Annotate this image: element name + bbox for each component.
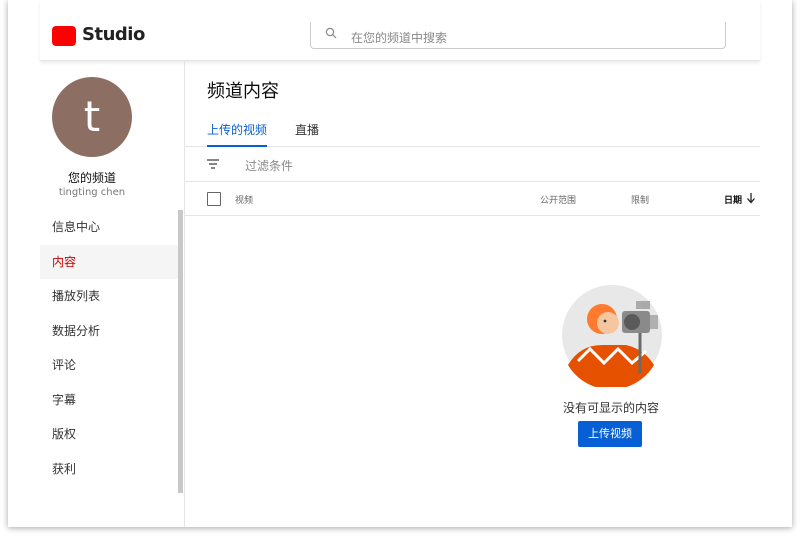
upload-video-button[interactable]: 上传视频 <box>578 421 642 447</box>
sidebar-item-dashboard[interactable]: 信息中心 <box>40 210 180 245</box>
sidebar-item-content[interactable]: 内容 <box>40 244 180 279</box>
column-date[interactable]: 日期 <box>724 193 742 206</box>
empty-state-text: 没有可显示的内容 <box>562 401 659 415</box>
sort-down-arrow-icon[interactable] <box>746 192 756 204</box>
channel-name: 您的频道 <box>67 171 116 185</box>
page-title: 频道内容 <box>207 81 279 102</box>
logo-text: Studio <box>82 24 145 45</box>
column-visibility[interactable]: 公开范围 <box>540 193 576 206</box>
content-tabs: 上传的视频 直播 <box>185 113 760 147</box>
browser-frame: Studio 在您的频道中搜索 t 您的频道 tingting chen 信息中… <box>8 0 792 527</box>
sidebar-scrollbar[interactable] <box>178 210 183 493</box>
sidebar-nav: 信息中心 内容 播放列表 数据分析 评论 字幕 版权 获利 <box>40 210 180 486</box>
sidebar-item-copyright[interactable]: 版权 <box>40 417 180 452</box>
column-restrictions[interactable]: 限制 <box>631 193 649 206</box>
search-icon <box>325 27 337 39</box>
sidebar-item-analytics[interactable]: 数据分析 <box>40 314 180 349</box>
sidebar: t 您的频道 tingting chen 信息中心 内容 播放列表 数据分析 评… <box>40 61 185 527</box>
filter-input[interactable]: 过滤条件 <box>245 157 293 174</box>
filter-icon[interactable] <box>207 159 219 169</box>
studio-logo[interactable]: Studio <box>52 0 145 46</box>
tab-uploads[interactable]: 上传的视频 <box>207 121 268 147</box>
channel-user-name: tingting chen <box>58 187 126 198</box>
studio-app: Studio 在您的频道中搜索 t 您的频道 tingting chen 信息中… <box>40 0 760 527</box>
filter-bar[interactable]: 过滤条件 <box>185 147 760 182</box>
column-video: 视频 <box>235 196 254 206</box>
sidebar-item-playlists[interactable]: 播放列表 <box>40 279 180 314</box>
select-all-checkbox[interactable] <box>207 192 221 206</box>
sidebar-item-monetization[interactable]: 获利 <box>40 452 180 487</box>
channel-avatar[interactable]: t <box>52 77 132 157</box>
search-input[interactable]: 在您的频道中搜索 <box>310 22 726 49</box>
search-placeholder: 在您的频道中搜索 <box>351 31 448 45</box>
youtube-logo-icon <box>52 26 76 46</box>
empty-state-illustration <box>562 285 662 387</box>
sidebar-item-subtitles[interactable]: 字幕 <box>40 383 180 418</box>
main-content: 频道内容 上传的视频 直播 过滤条件 视频 公开范围 限制 日期 没有可显示的内… <box>185 61 760 527</box>
table-header: 视频 公开范围 限制 日期 <box>185 182 760 216</box>
sidebar-item-comments[interactable]: 评论 <box>40 348 180 383</box>
top-header: Studio 在您的频道中搜索 <box>40 0 760 61</box>
tab-live[interactable]: 直播 <box>295 121 319 146</box>
